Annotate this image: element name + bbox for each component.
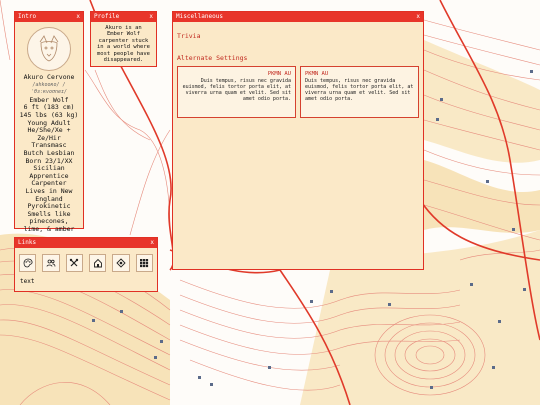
au-card-title: PKMN AU xyxy=(305,71,329,77)
intro-line: Apprentice Carpenter xyxy=(29,171,69,188)
avatar xyxy=(27,27,71,71)
au-card-right: PKMN AU Duis tempus, risus nec gravida e… xyxy=(300,66,419,118)
gem-link-button[interactable] xyxy=(112,254,130,272)
palette-link-button[interactable] xyxy=(19,254,37,272)
tools-icon xyxy=(70,258,79,267)
alternate-settings-heading: Alternate Settings xyxy=(177,54,248,62)
profile-window: Profile x Akuro is an Ember Wolf carpent… xyxy=(90,11,157,67)
intro-titlebar[interactable]: Intro x xyxy=(15,12,83,22)
misc-close-button[interactable]: x xyxy=(416,12,420,22)
links-close-button[interactable]: x xyxy=(150,238,154,248)
home-link-button[interactable] xyxy=(88,254,107,272)
au-card-left: PKMN AU Duis tempus, risus nec gravida e… xyxy=(177,66,296,118)
grid-link-button[interactable] xyxy=(135,254,153,272)
misc-titlebar[interactable]: Miscellaneous x xyxy=(173,12,423,22)
miscellaneous-window: Miscellaneous x Trivia Alternate Setting… xyxy=(172,11,424,270)
links-title: Links xyxy=(18,239,37,246)
profile-title: Profile xyxy=(94,13,120,20)
profile-text: Akuro is an Ember Wolf carpenter stuck i… xyxy=(97,25,150,64)
profile-titlebar[interactable]: Profile x xyxy=(91,12,156,22)
character-name: Akuro Cervone xyxy=(23,73,75,81)
pronunciation: /ahkooʀo/ /ˈθɜːʀvoʊneɪ/ xyxy=(30,81,68,96)
au-card-title: PKMN AU xyxy=(267,71,291,77)
profile-close-button[interactable]: x xyxy=(149,12,153,22)
people-link-button[interactable] xyxy=(42,254,60,272)
home-icon xyxy=(93,258,102,268)
au-card-text: Duis tempus, risus nec gravida euismod, … xyxy=(305,78,414,102)
intro-line: He/She/Xe + Ze/Hir xyxy=(27,126,71,142)
intro-title: Intro xyxy=(18,13,37,20)
links-window: Links x text xyxy=(14,237,158,292)
people-icon xyxy=(46,259,56,267)
misc-title: Miscellaneous xyxy=(176,13,223,20)
intro-line: Smells like pinecones, lime, & amber xyxy=(23,209,75,233)
links-titlebar[interactable]: Links x xyxy=(15,238,157,248)
wolf-portrait-icon xyxy=(39,35,59,62)
links-text: text xyxy=(20,278,35,285)
tools-link-button[interactable] xyxy=(65,254,83,272)
intro-window: Intro x Akuro Cervone /ahkooʀo/ /ˈθɜːʀvo… xyxy=(14,11,84,233)
au-card-text: Duis tempus, risus nec gravida euismod, … xyxy=(182,78,291,102)
palette-icon xyxy=(23,258,33,268)
grid-icon xyxy=(140,259,149,268)
trivia-heading: Trivia xyxy=(177,32,201,40)
intro-close-button[interactable]: x xyxy=(76,12,80,22)
intro-line: Lives in New England xyxy=(25,186,73,203)
gem-icon xyxy=(116,258,126,268)
